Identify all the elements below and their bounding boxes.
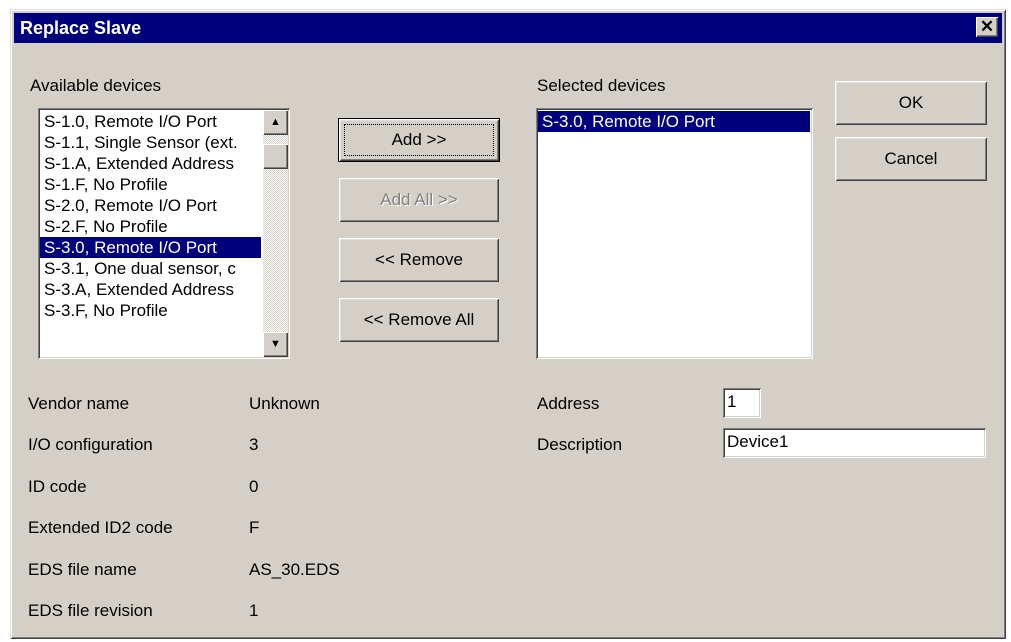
available-devices-list[interactable]: S-1.0, Remote I/O Port S-1.1, Single Sens… [38, 108, 290, 359]
address-label: Address [537, 394, 600, 413]
list-item[interactable]: S-3.0, Remote I/O Port [538, 111, 810, 132]
list-item[interactable]: S-2.0, Remote I/O Port [40, 195, 261, 216]
add-all-button-label: Add All >> [380, 190, 458, 209]
scroll-thumb[interactable] [263, 144, 288, 169]
ok-button-label: OK [898, 93, 924, 112]
scroll-down-icon: ▼ [270, 338, 281, 350]
eds-file-name-value: AS_30.EDS [249, 560, 340, 579]
add-button[interactable]: Add >> [339, 119, 499, 161]
description-label: Description [537, 435, 623, 454]
id-code-value: 0 [249, 477, 259, 496]
remove-all-button[interactable]: << Remove All [339, 298, 499, 342]
address-input[interactable]: 1 [723, 388, 761, 418]
ok-button[interactable]: OK [835, 81, 987, 125]
list-item[interactable]: S-1.F, No Profile [40, 174, 261, 195]
replace-slave-dialog: Replace Slave ✕ Available devices S-1.0,… [10, 9, 1006, 639]
scroll-up-button[interactable]: ▲ [263, 110, 288, 135]
extended-id2-code-value: F [249, 518, 260, 537]
available-devices-label: Available devices [30, 76, 162, 95]
eds-file-revision-value: 1 [249, 601, 259, 620]
list-item[interactable]: S-2.F, No Profile [40, 216, 261, 237]
description-input[interactable]: Device1 [723, 428, 986, 458]
remove-all-button-label: << Remove All [363, 310, 475, 329]
list-item[interactable]: S-3.F, No Profile [40, 300, 261, 321]
list-item[interactable]: S-3.A, Extended Address [40, 279, 261, 300]
list-item[interactable]: S-3.0, Remote I/O Port [40, 237, 261, 258]
cancel-button-label: Cancel [884, 149, 938, 168]
selected-devices-label: Selected devices [537, 76, 666, 95]
eds-file-revision-label: EDS file revision [28, 601, 153, 620]
cancel-button[interactable]: Cancel [835, 137, 987, 181]
scroll-down-button[interactable]: ▼ [263, 332, 288, 357]
list-item[interactable]: S-1.0, Remote I/O Port [40, 111, 261, 132]
focus-ring [344, 124, 494, 156]
close-icon: ✕ [979, 17, 995, 36]
eds-file-name-label: EDS file name [28, 560, 137, 579]
vendor-name-value: Unknown [249, 394, 320, 413]
remove-button[interactable]: << Remove [339, 238, 499, 282]
add-all-button[interactable]: Add All >> [339, 178, 499, 222]
list-item[interactable]: S-1.A, Extended Address [40, 153, 261, 174]
close-button[interactable]: ✕ [976, 17, 998, 37]
io-configuration-label: I/O configuration [28, 435, 153, 454]
list-item[interactable]: S-3.1, One dual sensor, c [40, 258, 261, 279]
selected-devices-list[interactable]: S-3.0, Remote I/O Port [536, 108, 813, 359]
title-bar[interactable]: Replace Slave ✕ [14, 13, 1002, 43]
scroll-up-icon: ▲ [270, 116, 281, 128]
id-code-label: ID code [28, 477, 87, 496]
dialog-title: Replace Slave [20, 18, 142, 38]
available-devices-items: S-1.0, Remote I/O Port S-1.1, Single Sens… [40, 111, 261, 321]
available-devices-scrollbar[interactable]: ▲ ▼ [263, 110, 288, 357]
list-item[interactable]: S-1.1, Single Sensor (ext. [40, 132, 261, 153]
extended-id2-code-label: Extended ID2 code [28, 518, 173, 537]
selected-devices-items: S-3.0, Remote I/O Port [538, 111, 810, 132]
vendor-name-label: Vendor name [28, 394, 130, 413]
io-configuration-value: 3 [249, 435, 259, 454]
remove-button-label: << Remove [375, 250, 463, 269]
